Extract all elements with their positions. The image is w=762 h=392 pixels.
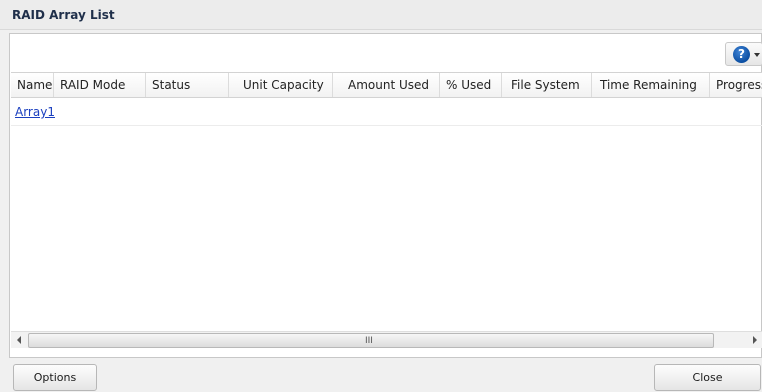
column-header-time-remaining[interactable]: Time Remaining [592, 73, 710, 97]
help-icon: ? [733, 46, 750, 63]
column-header-raid-mode[interactable]: RAID Mode [54, 73, 146, 97]
column-header-unit-capacity[interactable]: Unit Capacity [229, 73, 333, 97]
column-header-file-system[interactable]: File System [502, 73, 592, 97]
window-title: RAID Array List [12, 8, 115, 22]
chevron-down-icon [754, 53, 760, 57]
scroll-right-button[interactable] [747, 332, 762, 348]
close-button[interactable]: Close [654, 364, 761, 391]
title-bar: RAID Array List [0, 0, 762, 30]
help-button[interactable]: ? [725, 42, 762, 66]
column-header-status[interactable]: Status [146, 73, 229, 97]
horizontal-scrollbar[interactable]: III [11, 331, 762, 348]
arrow-right-icon [753, 336, 757, 344]
column-header-progress[interactable]: Progress [710, 73, 762, 97]
scroll-left-button[interactable] [12, 332, 27, 348]
table-row[interactable]: Array1 [11, 100, 762, 126]
column-header-percent-used[interactable]: % Used [440, 73, 502, 97]
scrollbar-grip: III [365, 336, 373, 346]
options-button[interactable]: Options [13, 364, 97, 391]
column-header-name[interactable]: Name [11, 73, 54, 97]
column-header-amount-used[interactable]: Amount Used [333, 73, 440, 97]
scrollbar-thumb[interactable]: III [28, 333, 714, 348]
raid-array-panel: ? Name RAID Mode Status Unit Capacity Am… [9, 33, 762, 358]
arrow-left-icon [17, 336, 21, 344]
table-header: Name RAID Mode Status Unit Capacity Amou… [11, 72, 762, 98]
array-name-link[interactable]: Array1 [15, 105, 55, 119]
raid-array-list-window: RAID Array List ? Name RAID Mode Status … [0, 0, 762, 392]
